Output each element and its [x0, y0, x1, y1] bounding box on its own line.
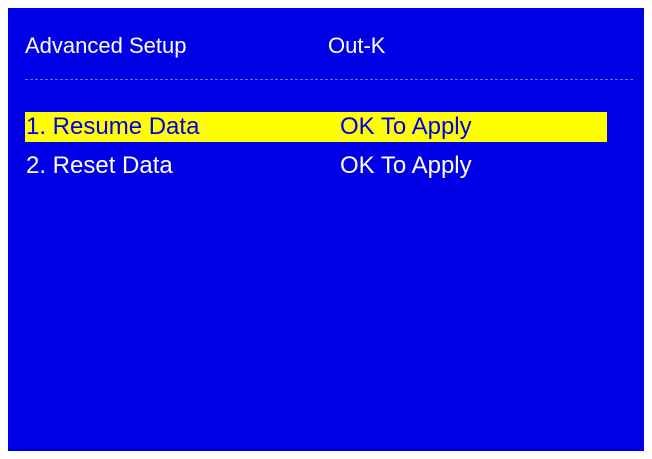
menu-item-action: OK To Apply: [340, 152, 472, 179]
menu-item-label: 2. Reset Data: [26, 152, 173, 179]
header-divider: [25, 79, 633, 80]
osd-menu-screen: Advanced Setup Out-K 1. Resume Data OK T…: [8, 8, 644, 451]
menu-item-resume-data[interactable]: 1. Resume Data OK To Apply: [25, 112, 607, 142]
menu-item-reset-data[interactable]: 2. Reset Data OK To Apply: [25, 151, 607, 181]
menu-title: Advanced Setup: [25, 33, 187, 58]
menu-mode-label: Out-K: [328, 33, 386, 58]
menu-item-action: OK To Apply: [340, 113, 472, 140]
menu-item-label: 1. Resume Data: [26, 113, 200, 140]
